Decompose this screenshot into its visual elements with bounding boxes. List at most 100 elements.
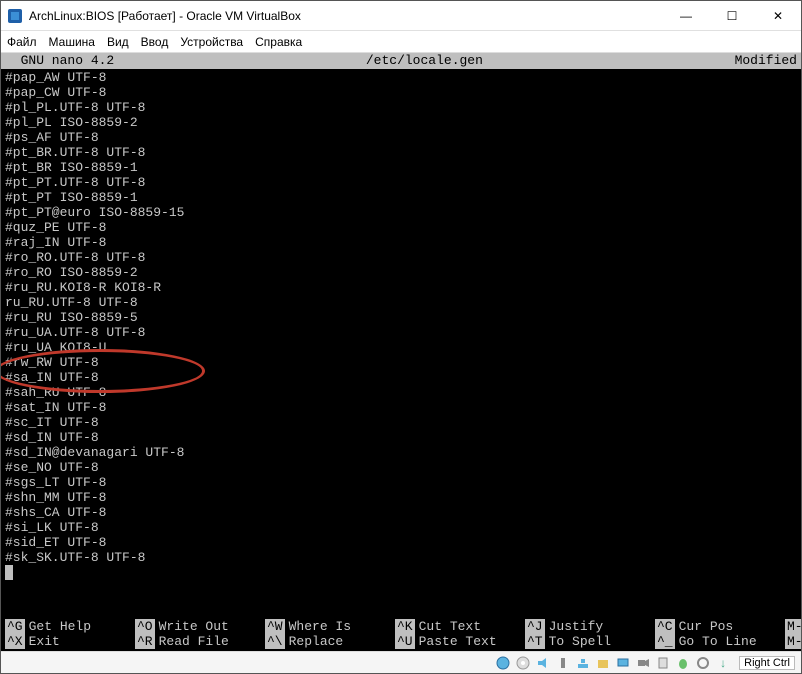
editor-line: #raj_IN UTF-8 (5, 235, 797, 250)
editor-cursor-line (5, 565, 797, 580)
editor-line: #sat_IN UTF-8 (5, 400, 797, 415)
nano-shortcut: ^RRead File (135, 634, 265, 649)
editor-line: #sc_IT UTF-8 (5, 415, 797, 430)
editor-line: #pap_CW UTF-8 (5, 85, 797, 100)
nano-shortcut-label: Justify (549, 619, 604, 634)
maximize-button[interactable]: ☐ (709, 1, 755, 31)
nano-shortcut: M-ERedo (785, 634, 801, 649)
nano-shortcut-label: Read File (159, 634, 229, 649)
editor-line: #ro_RO ISO-8859-2 (5, 265, 797, 280)
nano-shortcut: ^T To Spell (525, 634, 655, 649)
nano-shortcut-key: M-E (785, 634, 801, 649)
editor-line: #sah_RU UTF-8 (5, 385, 797, 400)
menu-view[interactable]: Вид (107, 35, 129, 49)
mouse-icon[interactable] (675, 655, 691, 671)
nano-shortcut-key: ^O (135, 619, 155, 634)
nano-shortcut: ^K Cut Text (395, 619, 525, 634)
editor-line: #ps_AF UTF-8 (5, 130, 797, 145)
editor-line: #pt_BR ISO-8859-1 (5, 160, 797, 175)
nano-shortcut: ^_Go To Line (655, 634, 785, 649)
nano-shortcut: M-UUndo (785, 619, 801, 634)
nano-shortcut-label: Cut Text (419, 619, 481, 634)
virtualbox-icon (7, 8, 23, 24)
nano-shortcut-key: ^W (265, 619, 285, 634)
nano-shortcut-key: ^G (5, 619, 25, 634)
nano-shortcut: ^J Justify (525, 619, 655, 634)
editor-line: #ru_UA.UTF-8 UTF-8 (5, 325, 797, 340)
minimize-button[interactable]: — (663, 1, 709, 31)
menubar: Файл Машина Вид Ввод Устройства Справка (1, 31, 801, 53)
editor-line: #sid_ET UTF-8 (5, 535, 797, 550)
nano-shortcut: ^\ Replace (265, 634, 395, 649)
nano-shortcut-key: ^X (5, 634, 25, 649)
editor-line: #sk_SK.UTF-8 UTF-8 (5, 550, 797, 565)
display-icon[interactable] (615, 655, 631, 671)
nano-shortcut-label: Paste Text (419, 634, 497, 649)
nano-shortcut: ^CCur Pos (655, 619, 785, 634)
shared-folder-icon[interactable] (595, 655, 611, 671)
nano-shortcut-key: ^K (395, 619, 415, 634)
audio-icon[interactable] (535, 655, 551, 671)
nano-app-name: GNU nano 4.2 (1, 53, 114, 69)
nano-shortcut-key: ^J (525, 619, 545, 634)
editor-line: #pt_BR.UTF-8 UTF-8 (5, 145, 797, 160)
cd-icon[interactable] (515, 655, 531, 671)
nano-shortcut-key: M-U (785, 619, 801, 634)
editor-line: #quz_PE UTF-8 (5, 220, 797, 235)
window-controls: — ☐ ✕ (663, 1, 801, 31)
clipboard-icon[interactable] (655, 655, 671, 671)
nano-shortcut-key: ^\ (265, 634, 285, 649)
vm-window: ArchLinux:BIOS [Работает] - Oracle VM Vi… (0, 0, 802, 674)
editor-line: #pt_PT@euro ISO-8859-15 (5, 205, 797, 220)
editor-line: #se_NO UTF-8 (5, 460, 797, 475)
editor-line: #shs_CA UTF-8 (5, 505, 797, 520)
usb-icon[interactable] (555, 655, 571, 671)
nano-shortcut-label: Replace (289, 634, 344, 649)
nano-shortcut-bar: ^G Get Help ^O Write Out ^W Where Is ^K Cut Tex… (1, 619, 801, 651)
menu-file[interactable]: Файл (7, 35, 37, 49)
nano-shortcut: ^O Write Out (135, 619, 265, 634)
editor-line: #sd_IN@devanagari UTF-8 (5, 445, 797, 460)
video-icon[interactable] (635, 655, 651, 671)
nano-shortcut: ^X Exit (5, 634, 135, 649)
nano-shortcut-key: ^_ (655, 634, 675, 649)
editor-line: #ru_UA KOI8-U (5, 340, 797, 355)
nano-shortcut-label: Get Help (29, 619, 91, 634)
editor-line: #pt_PT.UTF-8 UTF-8 (5, 175, 797, 190)
nano-shortcut-label: To Spell (549, 634, 611, 649)
nano-shortcut-key: ^C (655, 619, 675, 634)
nano-shortcut: ^G Get Help (5, 619, 135, 634)
nano-shortcut-label: Write Out (159, 619, 229, 634)
editor-line: #pl_PL ISO-8859-2 (5, 115, 797, 130)
network-icon[interactable] (575, 655, 591, 671)
editor-line: #sd_IN UTF-8 (5, 430, 797, 445)
nano-shortcut-key: ^T (525, 634, 545, 649)
close-button[interactable]: ✕ (755, 1, 801, 31)
nano-shortcut: ^U Paste Text (395, 634, 525, 649)
disk-icon[interactable] (495, 655, 511, 671)
nano-shortcut-label: Exit (29, 634, 60, 649)
nano-shortcut-label: Where Is (289, 619, 351, 634)
nano-shortcut-row1: ^G Get Help ^O Write Out ^W Where Is ^K Cut Tex… (5, 619, 797, 634)
menu-input[interactable]: Ввод (141, 35, 169, 49)
guest-display[interactable]: GNU nano 4.2 /etc/locale.gen Modified #p… (1, 53, 801, 651)
editor-line: #shn_MM UTF-8 (5, 490, 797, 505)
window-title: ArchLinux:BIOS [Работает] - Oracle VM Vi… (29, 9, 663, 23)
menu-devices[interactable]: Устройства (180, 35, 243, 49)
nano-status: Modified (735, 53, 801, 69)
menu-help[interactable]: Справка (255, 35, 302, 49)
nano-shortcut-key: ^U (395, 634, 415, 649)
hostkey-label: Right Ctrl (739, 656, 795, 670)
nano-editor-body[interactable]: #pap_AW UTF-8#pap_CW UTF-8#pl_PL.UTF-8 U… (1, 69, 801, 619)
editor-line: #sa_IN UTF-8 (5, 370, 797, 385)
nano-shortcut-row2: ^X Exit ^RRead File^\ Replace ^U Paste Text ^T… (5, 634, 797, 649)
editor-line: ru_RU.UTF-8 UTF-8 (5, 295, 797, 310)
hostkey-indicator-icon: ↓ (715, 655, 731, 671)
statusbar: ↓ Right Ctrl (1, 651, 801, 673)
editor-line: #pt_PT ISO-8859-1 (5, 190, 797, 205)
editor-line: #pap_AW UTF-8 (5, 70, 797, 85)
nano-file-name: /etc/locale.gen (114, 53, 734, 69)
editor-line: #pl_PL.UTF-8 UTF-8 (5, 100, 797, 115)
menu-machine[interactable]: Машина (49, 35, 95, 49)
settings-icon[interactable] (695, 655, 711, 671)
